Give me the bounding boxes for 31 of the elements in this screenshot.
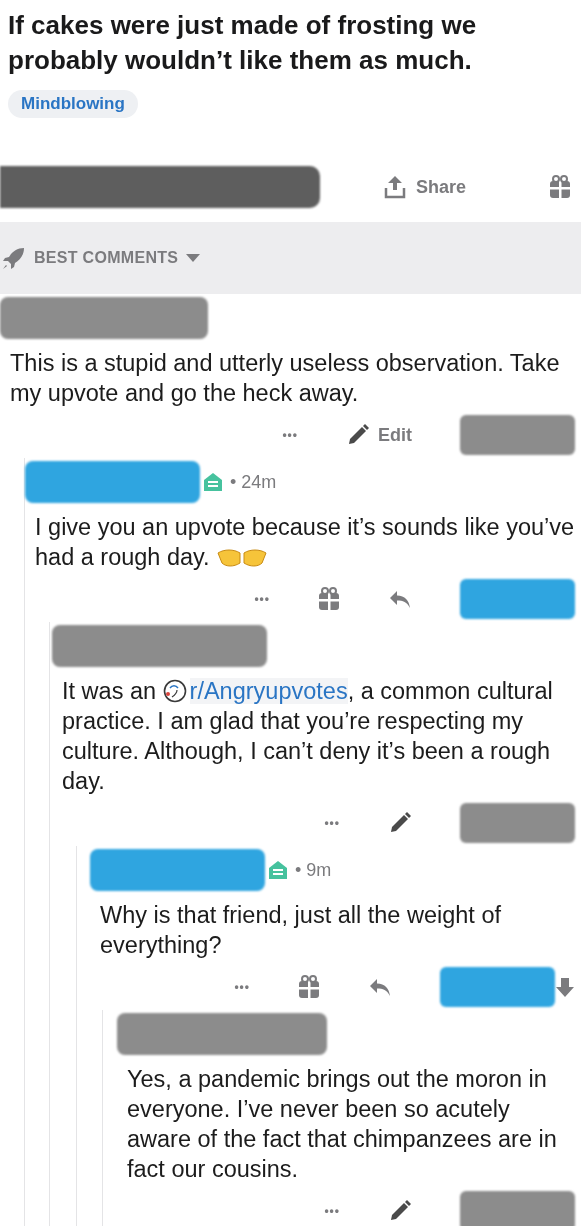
more-button[interactable]: ••• [254,592,270,606]
edit-button[interactable]: Edit [346,423,412,447]
comment-text: I give you an upvote because it’s sounds like you’ve had a rough day. [35,513,575,572]
comment-text: It was an r/Angryupvotes, a common cultural practice. I am glad that you’re respecting my culture. Although, I can’t deny it’s been a rough day. [62,677,554,796]
gift-icon[interactable] [549,175,571,199]
gift-icon[interactable] [298,975,320,999]
post-title: If cakes were just made of frosting we probably wouldn’t like them as much. [8,9,478,77]
flair-tag[interactable]: Mindblowing [8,90,138,118]
gift-icon[interactable] [318,587,340,611]
comment-text: This is a stupid and utterly useless observation. Take my upvote and go the heck away. [10,349,561,408]
caret-icon [186,254,201,262]
downvote-icon[interactable] [555,976,575,998]
timestamp: • 24m [230,471,277,493]
more-button[interactable]: ••• [282,428,298,442]
pencil-icon [346,423,370,447]
edit-button[interactable] [388,1199,412,1223]
subreddit-link[interactable]: r/Angryupvotes [189,678,348,704]
share-icon [384,175,406,199]
sort-button[interactable]: BEST COMMENTS [0,246,201,270]
pencil-icon [388,1199,412,1223]
subreddit-icon [162,679,187,703]
more-button[interactable]: ••• [234,980,250,994]
more-button[interactable]: ••• [324,1204,340,1218]
edit-button[interactable] [388,811,412,835]
rocket-icon [2,246,26,270]
comment-text: Yes, a pandemic brings out the moron in everyone. I’ve never been so acutely aware of the fact that chimpanzees are in fact our cousins. [127,1065,558,1184]
more-button[interactable]: ••• [324,816,340,830]
pencil-icon [388,811,412,835]
comment-text: Why is that friend, just all the weight of everything? [100,901,502,960]
share-button[interactable]: Share [384,175,467,199]
timestamp: • 9m [295,859,332,881]
